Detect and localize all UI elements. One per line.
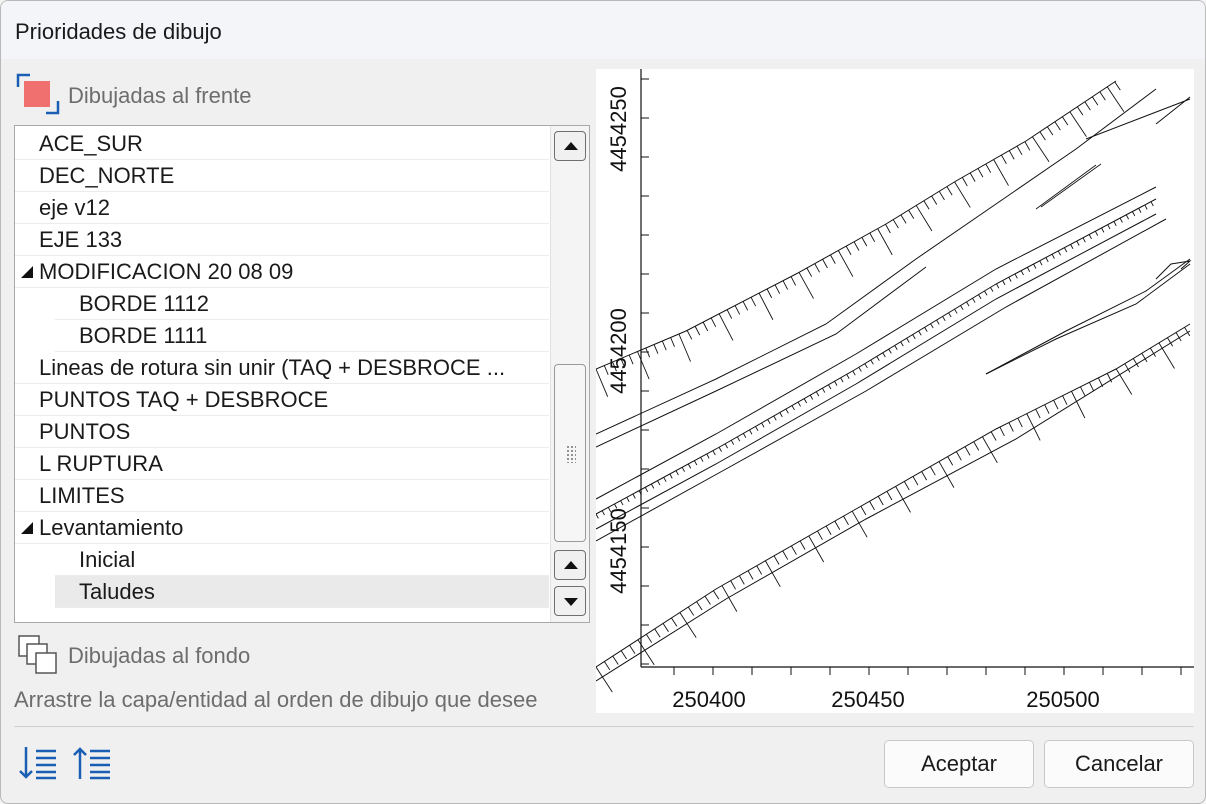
sort-descending-icon[interactable] [18,743,58,783]
sub-scrollbar[interactable] [550,544,589,622]
layer-label: ACE_SUR [39,131,143,156]
layer-item[interactable]: MODIFICACION 20 08 09 [15,256,549,288]
layer-item[interactable]: EJE 133 [15,224,549,256]
x-tick-label: 250450 [831,687,904,712]
vertical-scrollbar[interactable] [550,126,589,544]
sort-ascending-icon[interactable] [72,743,112,783]
layer-item[interactable]: PUNTOS TAQ + DESBROCE [15,384,549,416]
front-section-label: Dibujadas al frente [68,83,252,108]
footer-divider [14,726,1194,727]
x-tick-label: 250400 [672,687,745,712]
layer-label: Lineas de rotura sin unir (TAQ + DESBROC… [39,355,506,380]
chevron-up-icon [564,561,578,569]
layer-item[interactable]: DEC_NORTE [15,160,549,192]
expand-triangle-icon[interactable] [21,522,33,534]
layer-item[interactable]: PUNTOS [15,416,549,448]
layer-label: LIMITES [39,483,125,508]
layer-label: EJE 133 [39,227,123,252]
sub-scroll-down-button[interactable] [554,586,586,616]
cancel-button[interactable]: Cancelar [1044,740,1194,788]
layer-label: Taludes [79,579,155,604]
layer-label: PUNTOS TAQ + DESBROCE [39,387,329,412]
layer-label: DEC_NORTE [39,163,175,188]
scroll-up-button[interactable] [554,131,586,161]
layer-item[interactable]: LIMITES [15,480,549,512]
layer-item[interactable]: Taludes [55,576,549,608]
layer-item[interactable]: Levantamiento [15,512,549,544]
chevron-down-icon [564,598,578,606]
layer-item[interactable]: eje v12 [15,192,549,224]
layer-label: Inicial [79,547,136,572]
chevron-up-icon [564,142,578,150]
layer-label: L RUPTURA [39,451,163,476]
back-section-label: Dibujadas al fondo [68,643,251,668]
send-to-back-icon [18,635,57,674]
y-tick-label: 4454250 [606,86,631,172]
x-tick-label: 250500 [1026,687,1099,712]
grip-icon [566,445,576,463]
expand-triangle-icon[interactable] [21,266,33,278]
y-tick-label: 4454150 [606,508,631,594]
layer-label: PUNTOS [39,419,131,444]
layer-list[interactable]: Taludes Inicial Levantamiento LIMITES L RUPT… [14,125,590,623]
layer-label: BORDE 1112 [79,291,210,316]
dialog-title: Prioridades de dibujo [15,19,222,44]
layer-label: eje v12 [39,195,110,220]
layer-item[interactable]: BORDE 1112 [55,288,549,320]
layer-label: BORDE 1111 [79,323,208,348]
layer-label: Levantamiento [39,515,184,540]
accept-button[interactable]: Aceptar [884,740,1034,788]
layer-item[interactable]: ACE_SUR [15,128,549,160]
scroll-thumb[interactable] [554,364,586,542]
draw-order-dialog: Prioridades de dibujo Dibujadas al frent… [0,0,1206,804]
bring-to-front-icon [16,73,60,115]
layer-label: MODIFICACION 20 08 09 [39,259,294,284]
map-preview: 4454250 4454200 4454150 250400 250450 250500 [595,69,1194,713]
sub-scroll-up-button[interactable] [554,550,586,580]
preview-canvas: 4454250 4454200 4454150 250400 250450 250500 [595,69,1194,712]
layer-item[interactable]: Lineas de rotura sin unir (TAQ + DESBROC… [15,352,549,384]
layer-item[interactable]: BORDE 1111 [55,320,549,352]
title-bar: Prioridades de dibujo [1,1,1205,59]
layer-item[interactable]: L RUPTURA [15,448,549,480]
layer-item[interactable]: Inicial [55,544,549,576]
y-tick-label: 4454200 [606,308,631,394]
drag-hint-text: Arrastre la capa/entidad al orden de dib… [14,687,538,712]
